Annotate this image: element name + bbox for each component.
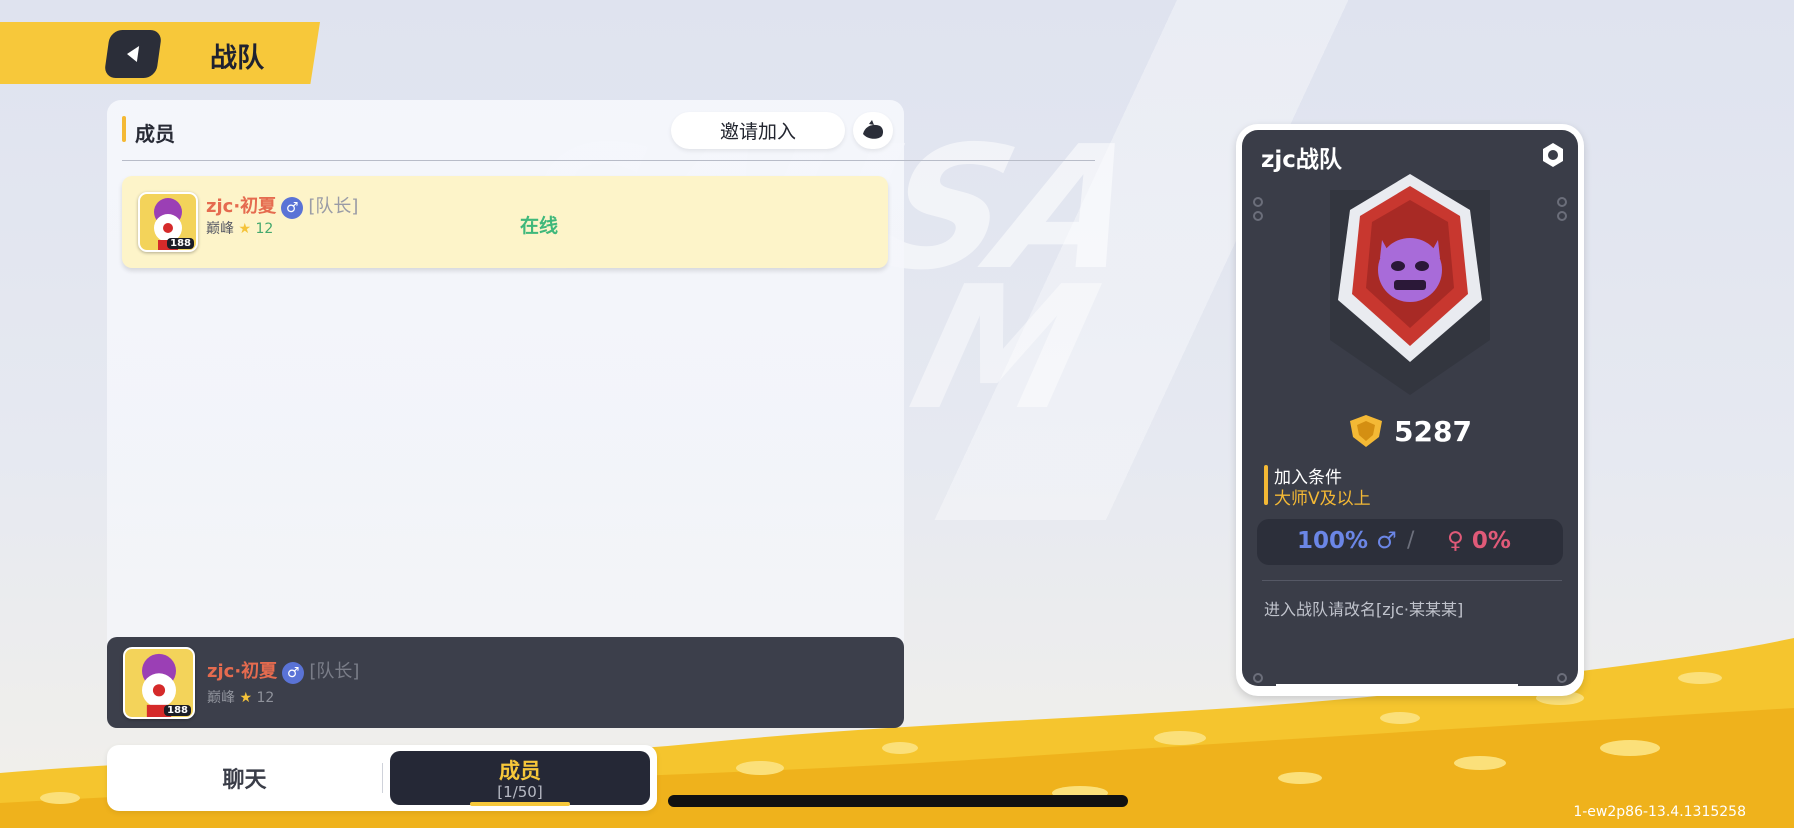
ratio-separator: /	[1407, 528, 1415, 553]
team-score: 5287	[1394, 414, 1472, 448]
header-divider	[122, 160, 1095, 161]
self-rank: 巅峰	[207, 690, 235, 706]
member-name: zjc·初夏	[206, 196, 277, 217]
section-title: 成员	[135, 122, 175, 146]
header-banner	[0, 22, 320, 84]
male-percent: 100% ♂	[1297, 528, 1397, 554]
team-emblem-icon	[1338, 174, 1482, 362]
invite-button[interactable]: 邀请加入	[671, 112, 845, 149]
version-label: 1-ew2p86-13.4.1315258	[1573, 804, 1746, 820]
tab-active-underline	[470, 802, 570, 806]
team-notice: 进入战队请改名[zjc·某某某]	[1264, 600, 1464, 619]
card-footer-strip	[1276, 684, 1518, 692]
tab-bar: 聊天 成员 [1/50]	[107, 745, 657, 811]
self-role: [队长]	[309, 661, 360, 682]
self-rank-stars: 12	[256, 690, 275, 706]
female-percent: ♀ 0%	[1447, 528, 1511, 554]
self-name: zjc·初夏	[207, 661, 278, 682]
star-icon: ★	[239, 690, 253, 706]
male-icon: ♂	[281, 196, 304, 219]
card-divider	[1262, 580, 1562, 581]
tab-chat[interactable]: 聊天	[107, 745, 382, 811]
tab-members-count: [1/50]	[497, 783, 543, 801]
self-avatar[interactable]: 188	[123, 647, 195, 719]
member-name-line: zjc·初夏 ♂ [队长]	[206, 192, 358, 219]
star-icon: ★	[238, 221, 252, 237]
condition-accent-bar	[1264, 465, 1268, 505]
emote-button[interactable]	[853, 112, 893, 149]
member-level: 188	[167, 238, 194, 249]
member-avatar[interactable]: 188	[138, 192, 198, 252]
settings-button[interactable]	[1538, 140, 1568, 170]
self-level: 188	[164, 705, 191, 716]
page-title: 战队	[210, 43, 264, 74]
member-row[interactable]: 188 zjc·初夏 ♂ [队长] 巅峰 ★ 12	[122, 176, 888, 268]
gender-ratio: 100% ♂ / ♀ 0%	[1257, 519, 1563, 565]
section-accent-bar	[122, 116, 126, 142]
tab-members-label: 成员	[499, 759, 541, 783]
male-icon: ♂	[282, 661, 305, 684]
trophy-shield-icon	[1350, 415, 1382, 447]
member-rank-stars: 12	[255, 221, 274, 237]
tab-separator	[382, 763, 383, 793]
self-name-line: zjc·初夏 ♂ [队长]	[207, 657, 359, 684]
member-status: 在线	[520, 215, 559, 237]
back-arrow-icon	[127, 46, 140, 62]
back-button[interactable]	[103, 30, 163, 78]
self-rank-line: 巅峰 ★ 12	[207, 687, 274, 707]
team-score-row: 5287	[1346, 413, 1472, 449]
gear-icon	[1543, 143, 1563, 167]
tab-members[interactable]: 成员 [1/50]	[390, 751, 650, 806]
fish-icon	[863, 119, 884, 139]
home-indicator[interactable]	[668, 795, 1128, 807]
member-rank-line: 巅峰 ★ 12	[206, 218, 273, 238]
member-rank: 巅峰	[206, 221, 234, 237]
self-info-bar: 188 zjc·初夏 ♂ [队长] 巅峰 ★ 12	[107, 637, 904, 728]
join-condition-value: 大师V及以上	[1274, 489, 1371, 509]
member-role: [队长]	[308, 196, 359, 217]
